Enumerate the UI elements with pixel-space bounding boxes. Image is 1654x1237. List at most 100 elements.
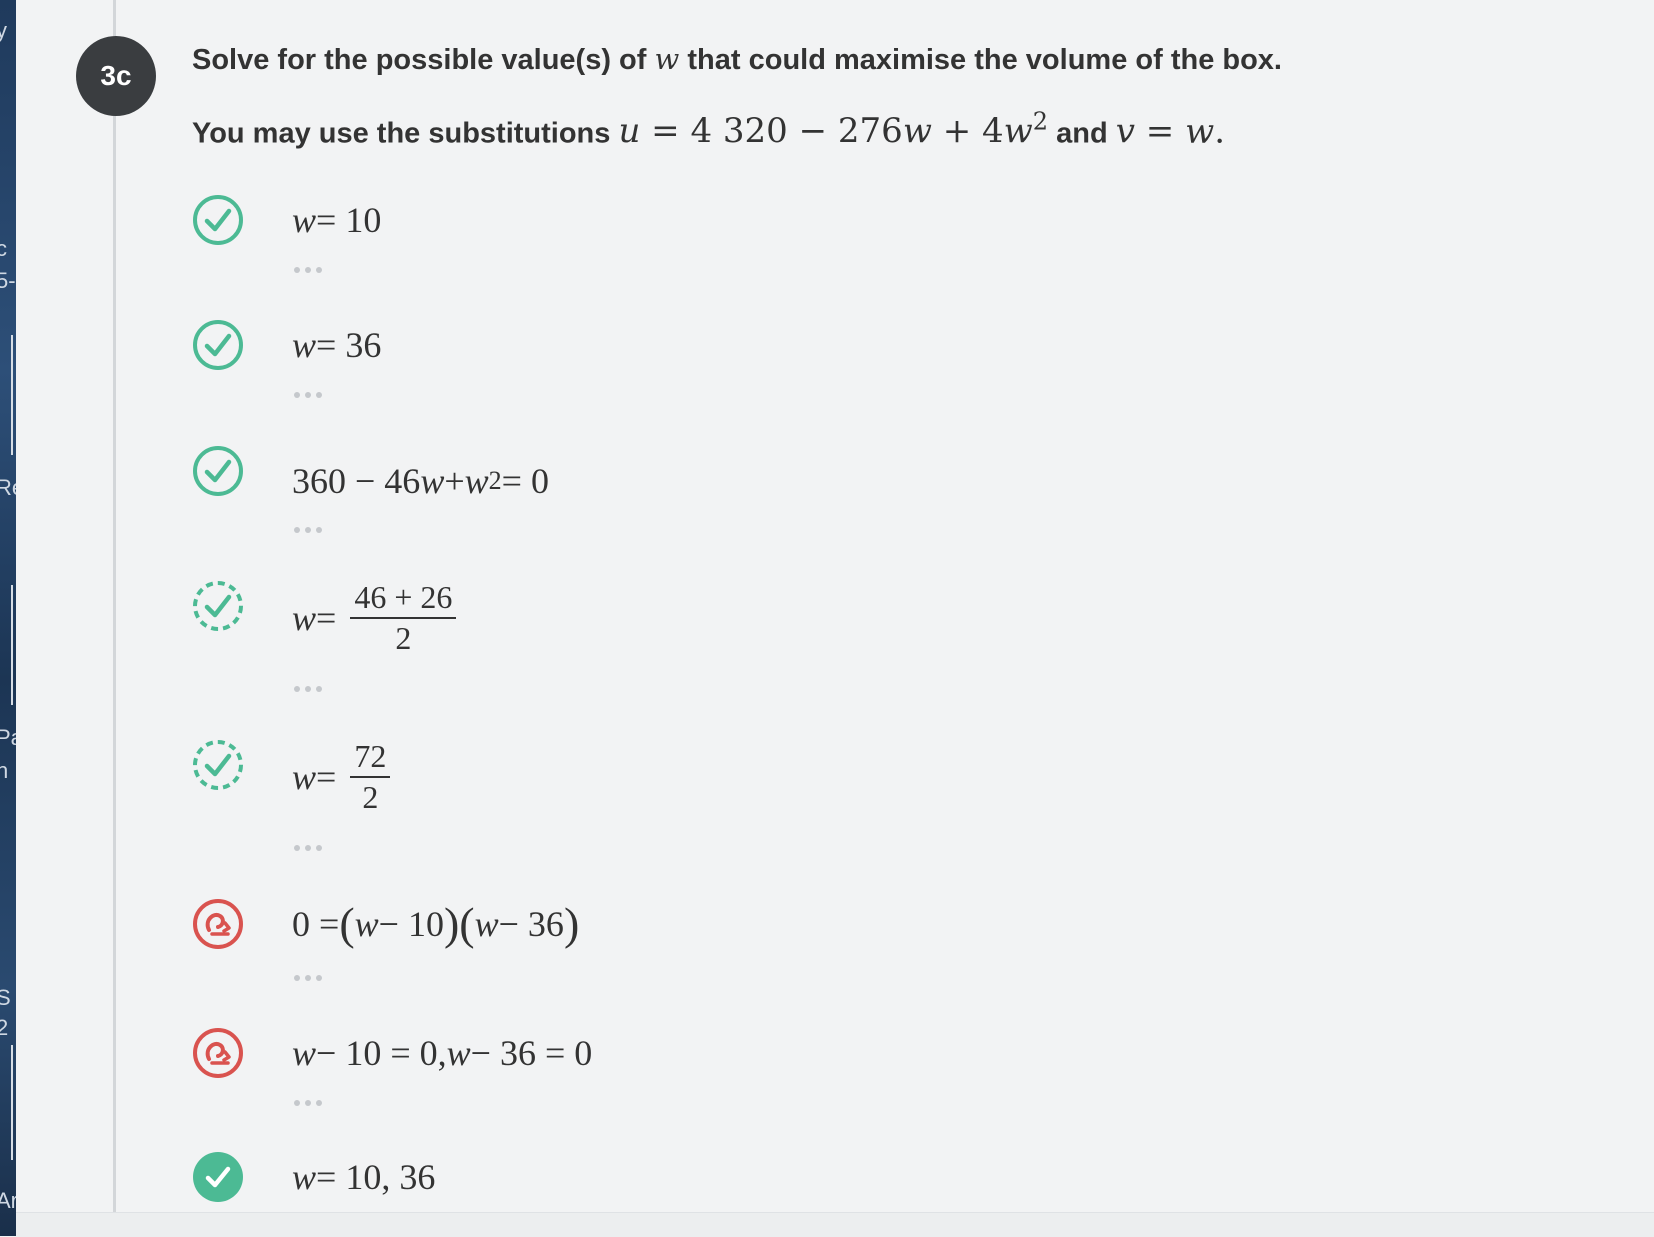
math-text: = [1134, 111, 1186, 152]
step-expression: w − 10 = 0, w − 36 = 0 [292, 1027, 592, 1079]
variable: u [618, 111, 641, 152]
prompt-text: and [1056, 117, 1108, 150]
variable: w [1185, 111, 1215, 152]
desktop-text-fragment: S [0, 985, 11, 1010]
step-number-badge: 3c [76, 36, 156, 116]
prompt-variable: w [654, 42, 680, 76]
work-step[interactable]: w = 72 2 [192, 738, 1392, 815]
retry-circle-icon [193, 899, 243, 949]
desktop-text-fragment: 5- [0, 268, 16, 293]
variable: v [1115, 111, 1135, 152]
fraction: 72 2 [350, 738, 391, 815]
desktop-divider [11, 335, 13, 455]
step-expression: w = 46 + 26 2 [292, 579, 457, 656]
paren: )( [443, 898, 475, 949]
math-text: − 10 [378, 904, 444, 944]
desktop-text-fragment: c [0, 236, 7, 261]
step-expression: w = 10, 36 [292, 1151, 435, 1203]
check-circle-icon [193, 195, 243, 245]
step-expression: 360 − 46 w + w2 = 0 [292, 461, 549, 501]
math-text: − 10 = 0, [316, 1033, 447, 1073]
exponent: 2 [1032, 108, 1049, 136]
desktop-text-fragment: Re [0, 475, 16, 500]
math-text: 360 − 46 [292, 461, 421, 501]
step-options-button[interactable] [294, 683, 330, 695]
variable: w [1003, 111, 1033, 152]
step-options-button[interactable] [294, 842, 330, 854]
fraction-numerator: 46 + 26 [350, 579, 457, 619]
step-timeline-rule [113, 0, 116, 1212]
math-text: = 36 [316, 325, 382, 365]
math-text: . [1214, 111, 1225, 152]
desktop-text-fragment: n [0, 758, 9, 783]
prompt-text: that could maximise the volume of the bo… [687, 44, 1282, 76]
math-text: = 10, 36 [316, 1157, 436, 1197]
question-prompt-line-1: Solve for the possible value(s) of w tha… [192, 42, 1282, 77]
desktop-text-fragment: y [0, 18, 7, 43]
math-text: = [316, 757, 337, 797]
fraction-denominator: 2 [395, 620, 412, 656]
variable: w [464, 461, 489, 501]
paren: ( [339, 898, 355, 949]
variable: w [354, 904, 379, 944]
work-step[interactable]: w = 46 + 26 2 [192, 579, 1392, 656]
variable: w [292, 1033, 317, 1073]
math-text: + [444, 461, 465, 501]
math-text: 0 = [292, 904, 340, 944]
step-options-button[interactable] [294, 1097, 330, 1109]
math-text: = [316, 598, 337, 638]
check-circle-icon [193, 446, 243, 496]
variable: w [446, 1033, 471, 1073]
solid-check-circle-icon [193, 1152, 243, 1202]
work-step[interactable]: w − 10 = 0, w − 36 = 0 [192, 1027, 1392, 1087]
step-expression: w = 10 [292, 194, 381, 246]
desktop-text-fragment: Pa [0, 725, 16, 750]
step-options-button[interactable] [294, 972, 330, 984]
variable: w [292, 325, 317, 365]
step-options-button[interactable] [294, 264, 330, 276]
substitution-v: v = w. [1116, 111, 1225, 151]
work-step[interactable]: w = 10, 36 [192, 1151, 1392, 1211]
worksheet-panel: 3c Solve for the possible value(s) of w … [16, 0, 1654, 1236]
dashed-check-circle-icon [193, 581, 243, 631]
variable: w [420, 461, 445, 501]
variable: w [292, 757, 317, 797]
work-step[interactable]: w = 36 [192, 319, 1392, 379]
retry-circle-icon [193, 1028, 243, 1078]
step-expression: w = 72 2 [292, 738, 391, 815]
work-step[interactable]: 0 = (w − 10)(w − 36) [192, 898, 1392, 958]
variable: w [292, 1157, 317, 1197]
paren: ) [563, 898, 580, 949]
step-expression: 0 = (w − 10)(w − 36) [292, 898, 579, 950]
step-options-button[interactable] [294, 524, 330, 536]
desktop-text-fragment: Ar [0, 1188, 16, 1213]
prompt-text: Solve for the possible value(s) of [192, 44, 647, 76]
math-text: = 4 320 − 276 [640, 111, 903, 152]
check-circle-icon [193, 320, 243, 370]
desktop-divider [11, 585, 13, 705]
work-step[interactable]: 360 − 46 w + w2 = 0 [192, 445, 1392, 505]
desktop-background-strip: y c 5- Re Pa n S 2 Ar [0, 0, 16, 1236]
math-text: − 36 [498, 904, 564, 944]
math-text: = 0 [501, 461, 549, 501]
question-prompt-line-2: You may use the substitutions u = 4 320 … [192, 108, 1225, 151]
variable: w [474, 904, 499, 944]
fraction: 46 + 26 2 [350, 579, 457, 656]
substitution-u: u = 4 320 − 276w + 4w2 [618, 108, 1049, 152]
step-expression: w = 36 [292, 319, 381, 371]
prompt-text: You may use the substitutions [192, 117, 611, 150]
math-text: = 10 [316, 200, 382, 240]
variable: w [292, 200, 317, 240]
dashed-check-circle-icon [193, 740, 243, 790]
fraction-numerator: 72 [350, 738, 391, 778]
desktop-divider [11, 1045, 13, 1160]
math-text: + 4 [931, 111, 1004, 152]
math-text: − 36 = 0 [470, 1033, 593, 1073]
variable: w [292, 598, 317, 638]
step-options-button[interactable] [294, 389, 330, 401]
desktop-text-fragment: 2 [0, 1015, 9, 1040]
work-step[interactable]: w = 10 [192, 194, 1392, 254]
bottom-toolbar [16, 1212, 1654, 1237]
fraction-denominator: 2 [362, 779, 379, 815]
variable: w [902, 111, 932, 152]
